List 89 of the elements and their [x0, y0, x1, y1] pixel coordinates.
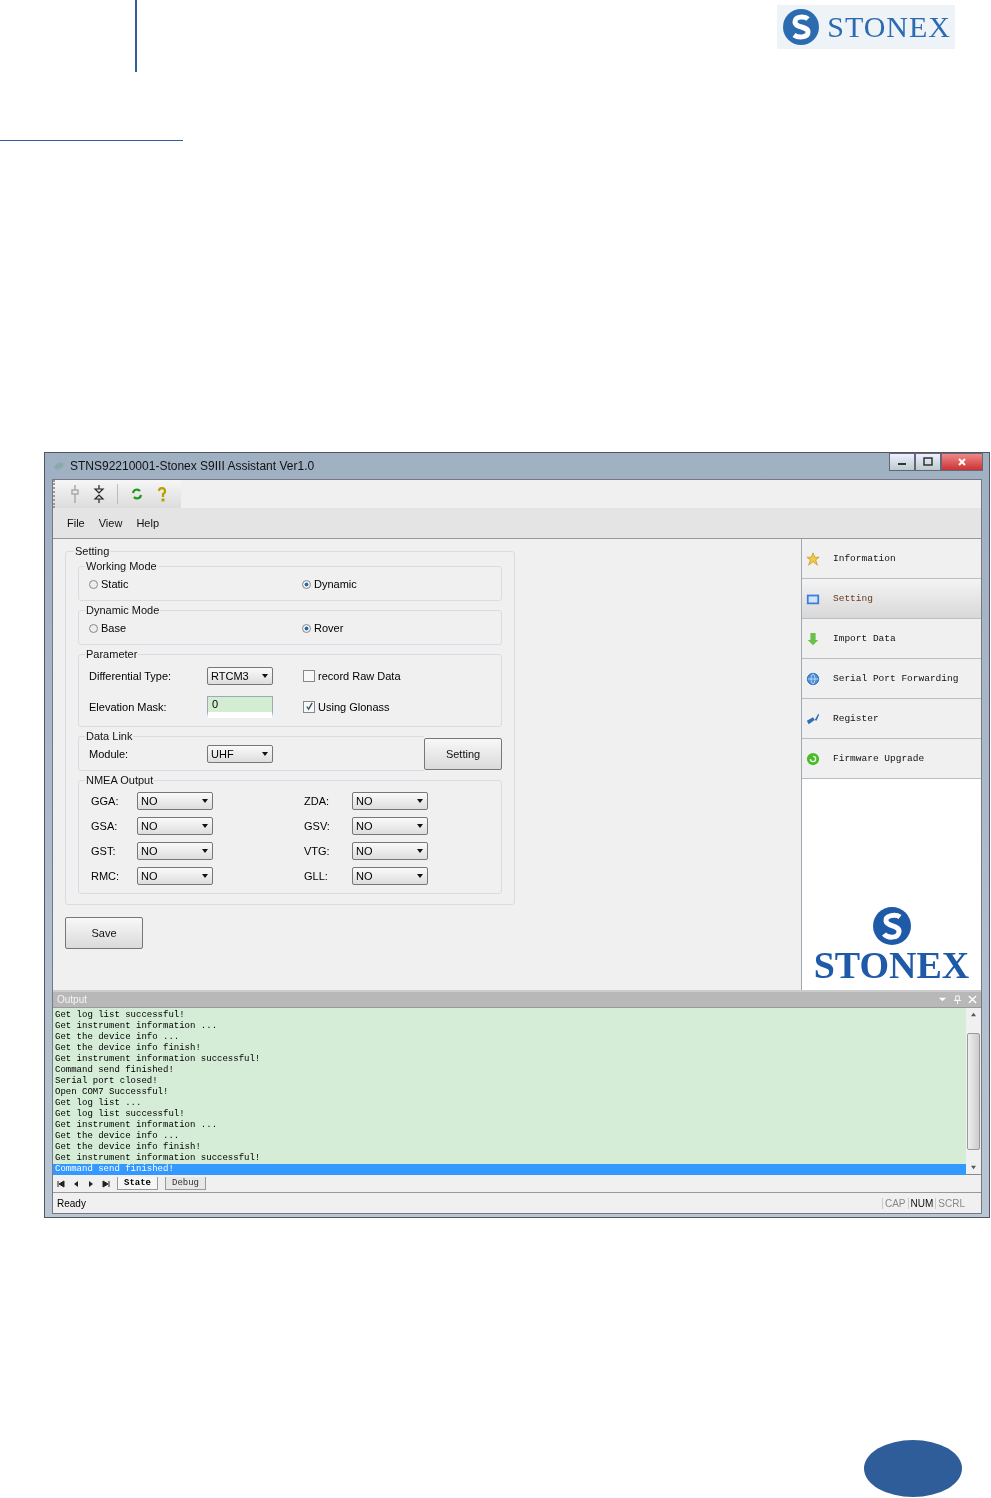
log-line[interactable]: Get log list successful! — [53, 1010, 966, 1021]
log-line[interactable]: Get the device info ... — [53, 1131, 966, 1142]
nav-item[interactable]: Information — [802, 539, 981, 579]
group-title: Working Mode — [85, 560, 158, 572]
group-title: Data Link — [85, 730, 134, 742]
log-line[interactable]: Get instrument information successful! — [53, 1153, 966, 1164]
nav-item[interactable]: Import Data — [802, 619, 981, 659]
checkbox-option[interactable]: record Raw Data — [303, 669, 501, 682]
field-label: GSV: — [304, 820, 331, 832]
connector-icon[interactable] — [93, 484, 105, 504]
tool-icon — [806, 711, 820, 726]
nav-item[interactable]: Firmware Upgrade — [802, 739, 981, 779]
menu-item[interactable]: View — [98, 517, 123, 529]
up-arrow-icon[interactable] — [970, 1012, 977, 1017]
globe-icon — [806, 671, 820, 686]
logo-text: STONEX — [813, 946, 970, 984]
save-button[interactable]: Save — [65, 917, 143, 949]
dropdown[interactable]: NO — [137, 792, 213, 810]
previous-icon[interactable] — [72, 1179, 80, 1188]
close-button[interactable] — [941, 453, 983, 471]
radio-option[interactable]: Base — [89, 622, 302, 634]
setting-button[interactable]: Setting — [424, 738, 502, 770]
dropdown[interactable]: NO — [352, 842, 428, 860]
down-arrow-icon[interactable] — [970, 1165, 977, 1170]
field-label: Module: — [89, 748, 130, 760]
radio-option[interactable]: Dynamic — [302, 578, 501, 590]
field-label: VTG: — [304, 845, 331, 857]
tab[interactable]: Debug — [165, 1177, 207, 1190]
log-line[interactable]: Get instrument information successful! — [53, 1054, 966, 1065]
nav-item[interactable]: Serial Port Forwarding — [802, 659, 981, 699]
star-icon — [806, 551, 820, 566]
dropdown[interactable]: NO — [137, 867, 213, 885]
log-line[interactable]: Get the device info finish! — [53, 1043, 966, 1054]
dropdown[interactable]: NO — [352, 792, 428, 810]
log-line[interactable]: Get log list successful! — [53, 1109, 966, 1120]
dropdown[interactable]: NO — [137, 842, 213, 860]
dropdown[interactable]: RTCM3 — [207, 666, 273, 685]
field-label: Differential Type: — [89, 669, 173, 682]
log-line[interactable]: Get the device info ... — [53, 1032, 966, 1043]
group-title: NMEA Output — [85, 774, 155, 786]
group-title: Parameter — [85, 648, 139, 660]
field-label: GST: — [91, 845, 117, 857]
checkbox-option[interactable]: Using Glonass — [303, 700, 501, 713]
radio-option[interactable]: Rover — [302, 622, 501, 634]
log-line[interactable]: Get log list ... — [53, 1098, 966, 1109]
log-line[interactable]: Get instrument information ... — [53, 1120, 966, 1131]
field-label: GLL: — [304, 870, 329, 882]
last-icon[interactable] — [102, 1179, 110, 1188]
log-line[interactable]: Command send finished! — [53, 1065, 966, 1076]
group-title: Dynamic Mode — [85, 604, 161, 616]
dropdown[interactable]: NO — [137, 817, 213, 835]
down-arrow-icon — [806, 631, 820, 646]
logo-icon — [781, 7, 822, 47]
tab[interactable]: State — [117, 1177, 158, 1190]
refresh-icon[interactable] — [130, 487, 144, 501]
status-text: Ready — [57, 1197, 86, 1209]
log-line[interactable]: Open COM7 Successful! — [53, 1087, 966, 1098]
field-label: RMC: — [91, 870, 121, 882]
minimize-button[interactable] — [889, 453, 915, 471]
window-title: STNS92210001-Stonex S9III Assistant Ver1.0 — [70, 459, 315, 473]
logo-icon — [871, 906, 912, 946]
maximize-button[interactable] — [915, 453, 941, 471]
log-line[interactable]: Get the device info finish! — [53, 1142, 966, 1153]
radio-option[interactable]: Static — [89, 578, 302, 590]
status-indicator: SCRL — [935, 1197, 967, 1209]
group-title: Setting — [74, 545, 111, 557]
field-label: Elevation Mask: — [89, 700, 168, 713]
first-icon[interactable] — [57, 1179, 65, 1188]
logo-text: STONEX — [827, 10, 951, 44]
dropdown[interactable]: NO — [352, 817, 428, 835]
nav-item[interactable]: Register — [802, 699, 981, 739]
menu-item[interactable]: File — [67, 517, 85, 529]
field-label: GSA: — [91, 820, 119, 832]
status-indicator: NUM — [907, 1197, 936, 1209]
field-label: GGA: — [91, 795, 120, 807]
status-indicator: CAP — [881, 1197, 908, 1209]
check-icon — [304, 702, 314, 711]
log-line[interactable]: Serial port closed! — [53, 1076, 966, 1087]
maximize-icon — [923, 457, 933, 467]
panel-title: Output — [57, 994, 88, 1005]
next-icon[interactable] — [87, 1179, 95, 1188]
close-icon — [957, 457, 967, 467]
field-label: ZDA: — [304, 795, 331, 807]
dropdown[interactable]: UHF — [207, 745, 273, 763]
nav-item[interactable]: Setting — [802, 579, 981, 619]
input-field[interactable]: 0 — [207, 695, 273, 718]
log-line[interactable]: Get instrument information ... — [53, 1021, 966, 1032]
dropdown[interactable]: NO — [352, 867, 428, 885]
menu-item[interactable]: Help — [136, 517, 159, 529]
